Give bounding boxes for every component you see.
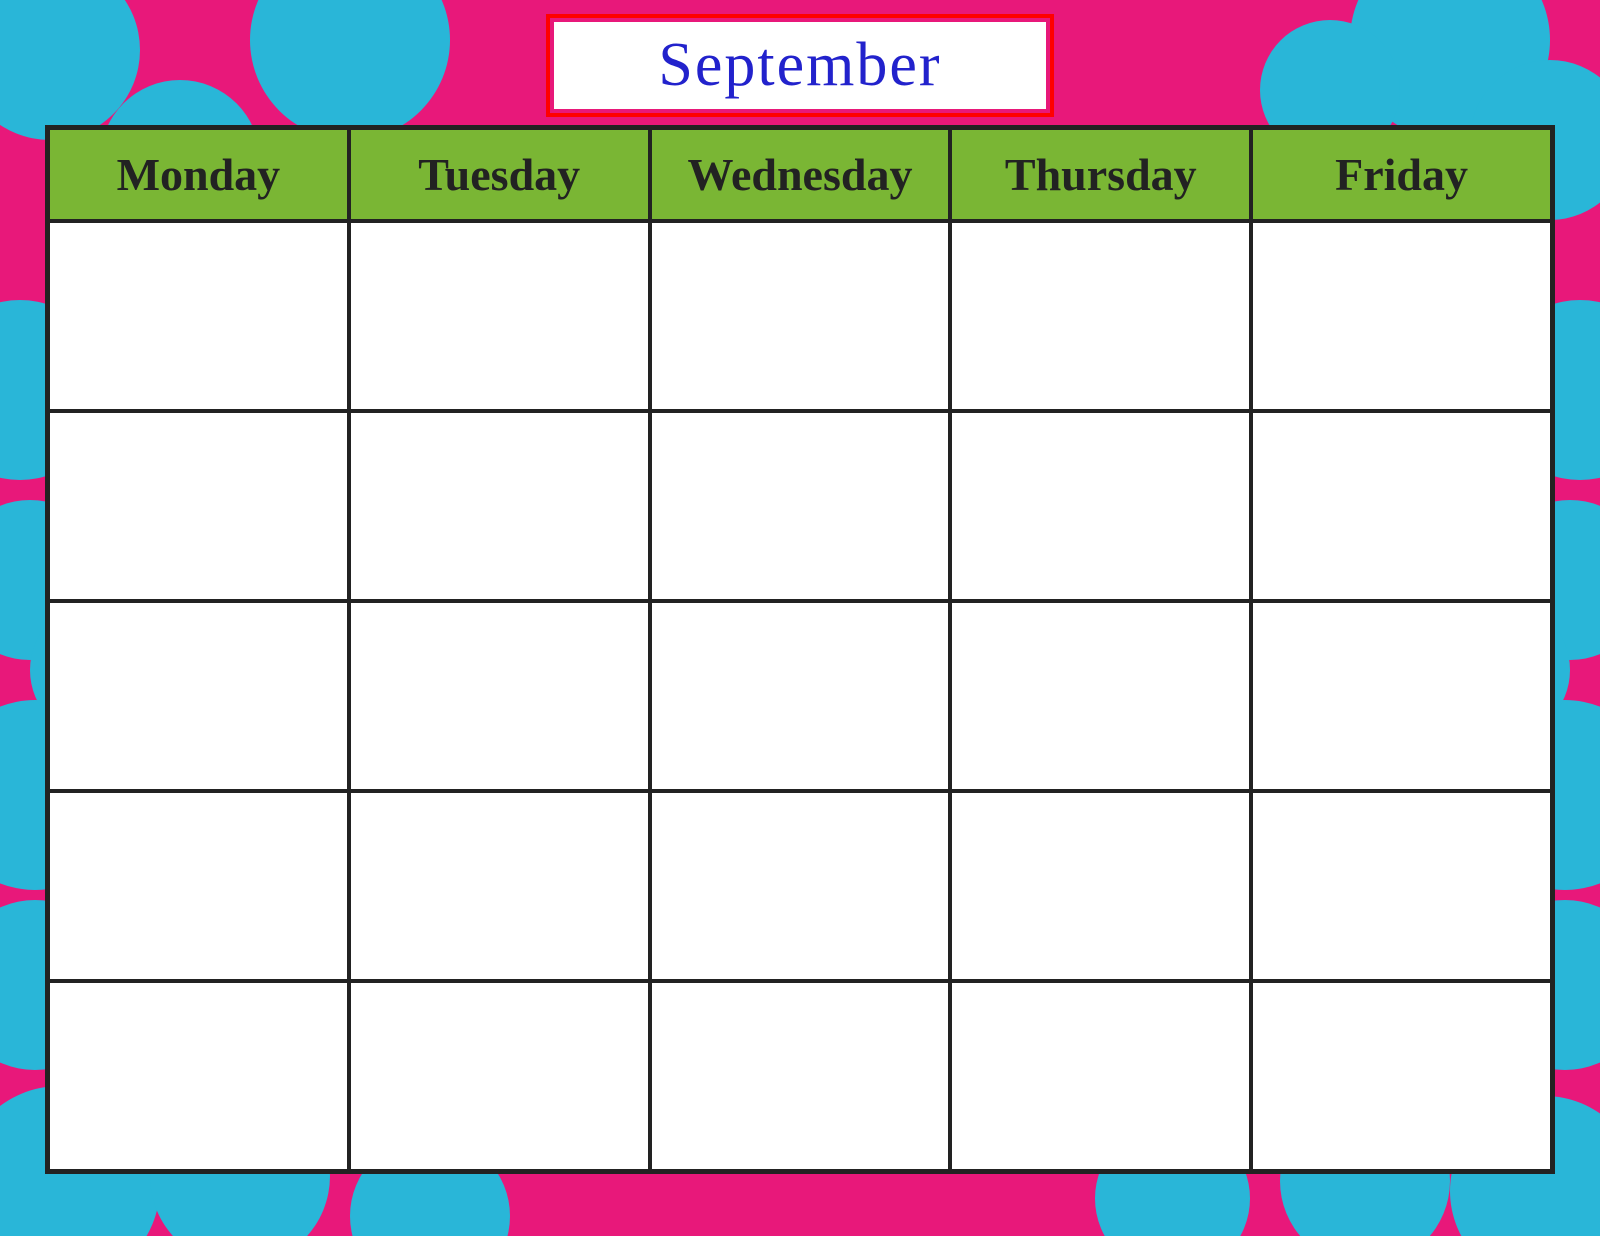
header-tuesday: Tuesday [349, 128, 650, 221]
table-row[interactable] [48, 981, 349, 1171]
table-row[interactable] [950, 411, 1251, 601]
month-title: September [658, 31, 941, 99]
month-title-box: September [550, 18, 1050, 113]
header-friday: Friday [1251, 128, 1552, 221]
table-row[interactable] [650, 601, 951, 791]
table-row[interactable] [48, 791, 349, 981]
table-row[interactable] [1251, 981, 1552, 1171]
header-monday: Monday [48, 128, 349, 221]
table-row[interactable] [1251, 601, 1552, 791]
table-row[interactable] [650, 981, 951, 1171]
table-row[interactable] [48, 411, 349, 601]
table-row[interactable] [48, 221, 349, 411]
table-row[interactable] [950, 221, 1251, 411]
table-row[interactable] [950, 981, 1251, 1171]
header-thursday: Thursday [950, 128, 1251, 221]
calendar: Monday Tuesday Wednesday Thursday Friday [45, 125, 1555, 1174]
table-row[interactable] [1251, 791, 1552, 981]
table-row[interactable] [950, 601, 1251, 791]
table-row[interactable] [349, 981, 650, 1171]
table-row[interactable] [349, 791, 650, 981]
table-row[interactable] [48, 601, 349, 791]
table-row[interactable] [349, 411, 650, 601]
table-row[interactable] [1251, 221, 1552, 411]
table-row[interactable] [349, 601, 650, 791]
calendar-body [48, 221, 1552, 1171]
calendar-header: Monday Tuesday Wednesday Thursday Friday [48, 128, 1552, 221]
table-row[interactable] [650, 221, 951, 411]
header-wednesday: Wednesday [650, 128, 951, 221]
table-row[interactable] [349, 221, 650, 411]
table-row[interactable] [950, 791, 1251, 981]
table-row[interactable] [650, 791, 951, 981]
page-container: September Monday Tuesday Wednesday Thurs… [0, 0, 1600, 1236]
table-row[interactable] [650, 411, 951, 601]
table-row[interactable] [1251, 411, 1552, 601]
